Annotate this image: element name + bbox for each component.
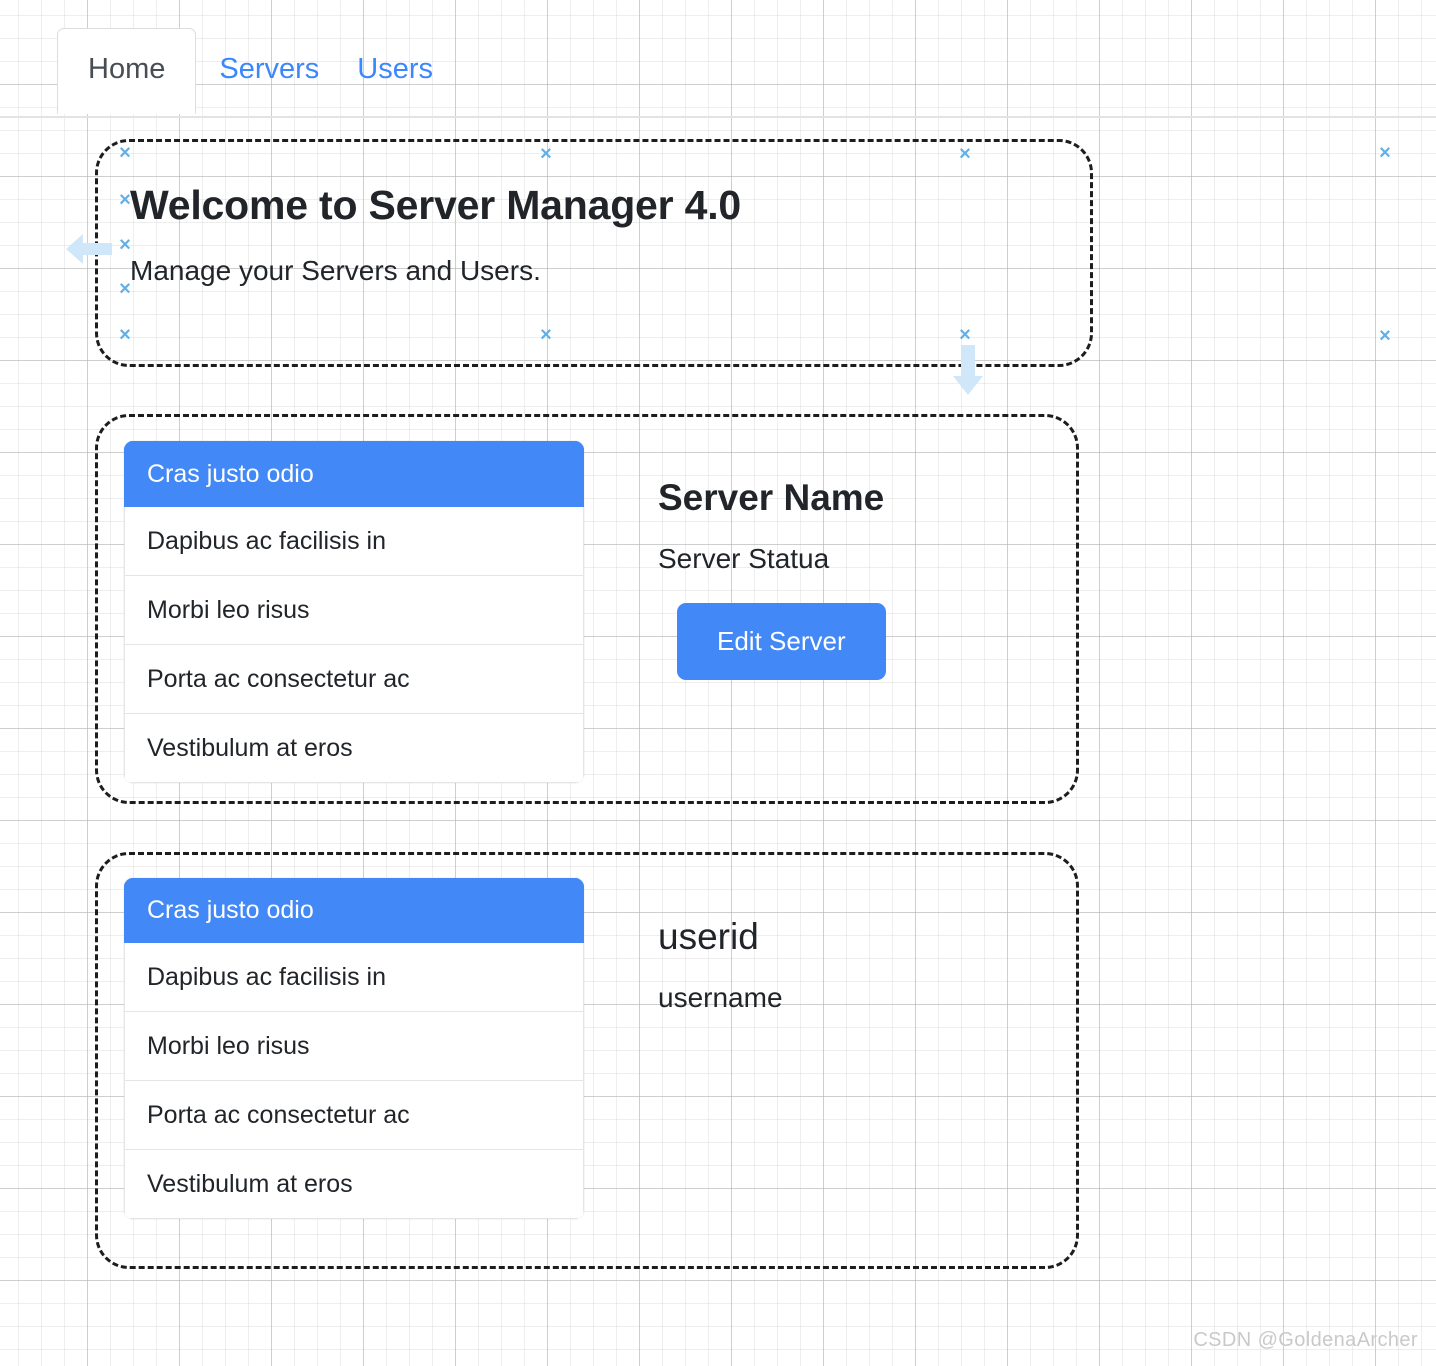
list-item[interactable]: Cras justo odio [124,878,584,943]
list-item[interactable]: Vestibulum at eros [124,1150,584,1219]
tab-home[interactable]: Home [57,28,197,114]
list-item[interactable]: Morbi leo risus [124,576,584,645]
tab-bar: Home Servers Users [0,0,1436,118]
servers-list-group: Cras justo odio Dapibus ac facilisis in … [124,441,584,783]
user-id-heading: userid [658,916,759,957]
resize-handle-icon[interactable]: × [540,144,552,164]
tab-list: Home Servers Users [57,28,448,114]
list-item[interactable]: Porta ac consectetur ac [124,645,584,714]
watermark-text: CSDN @GoldenaArcher [1193,1329,1418,1351]
resize-handle-icon[interactable]: × [1379,326,1391,346]
list-item[interactable]: Dapibus ac facilisis in [124,507,584,576]
list-item[interactable]: Cras justo odio [124,441,584,507]
server-status-text: Server Statua [658,543,830,575]
list-item[interactable]: Porta ac consectetur ac [124,1081,584,1150]
resize-handle-icon[interactable]: × [119,235,131,255]
list-item[interactable]: Vestibulum at eros [124,714,584,783]
server-detail-panel: Server Name Server Statua Edit Server [658,476,1058,680]
resize-handle-icon[interactable]: × [959,144,971,164]
tab-servers[interactable]: Servers [204,28,334,112]
page-subtitle: Manage your Servers and Users. [130,255,541,287]
resize-handle-icon[interactable]: × [959,325,971,345]
edit-server-button[interactable]: Edit Server [677,602,886,680]
user-name-text: username [658,982,783,1014]
resize-handle-icon[interactable]: × [119,325,131,345]
server-name-heading: Server Name [658,477,885,518]
users-list-group: Cras justo odio Dapibus ac facilisis in … [124,878,584,1219]
page-title: Welcome to Server Manager 4.0 [130,182,741,228]
list-item[interactable]: Morbi leo risus [124,1012,584,1081]
resize-handle-icon[interactable]: × [1379,143,1391,163]
resize-handle-icon[interactable]: × [119,190,131,210]
user-detail-panel: userid username [658,915,1058,1015]
resize-handle-icon[interactable]: × [119,143,131,163]
resize-handle-icon[interactable]: × [119,279,131,299]
resize-handle-icon[interactable]: × [540,325,552,345]
jumbotron: Welcome to Server Manager 4.0 Manage you… [130,182,1030,288]
list-item[interactable]: Dapibus ac facilisis in [124,943,584,1012]
tab-users[interactable]: Users [342,28,448,112]
